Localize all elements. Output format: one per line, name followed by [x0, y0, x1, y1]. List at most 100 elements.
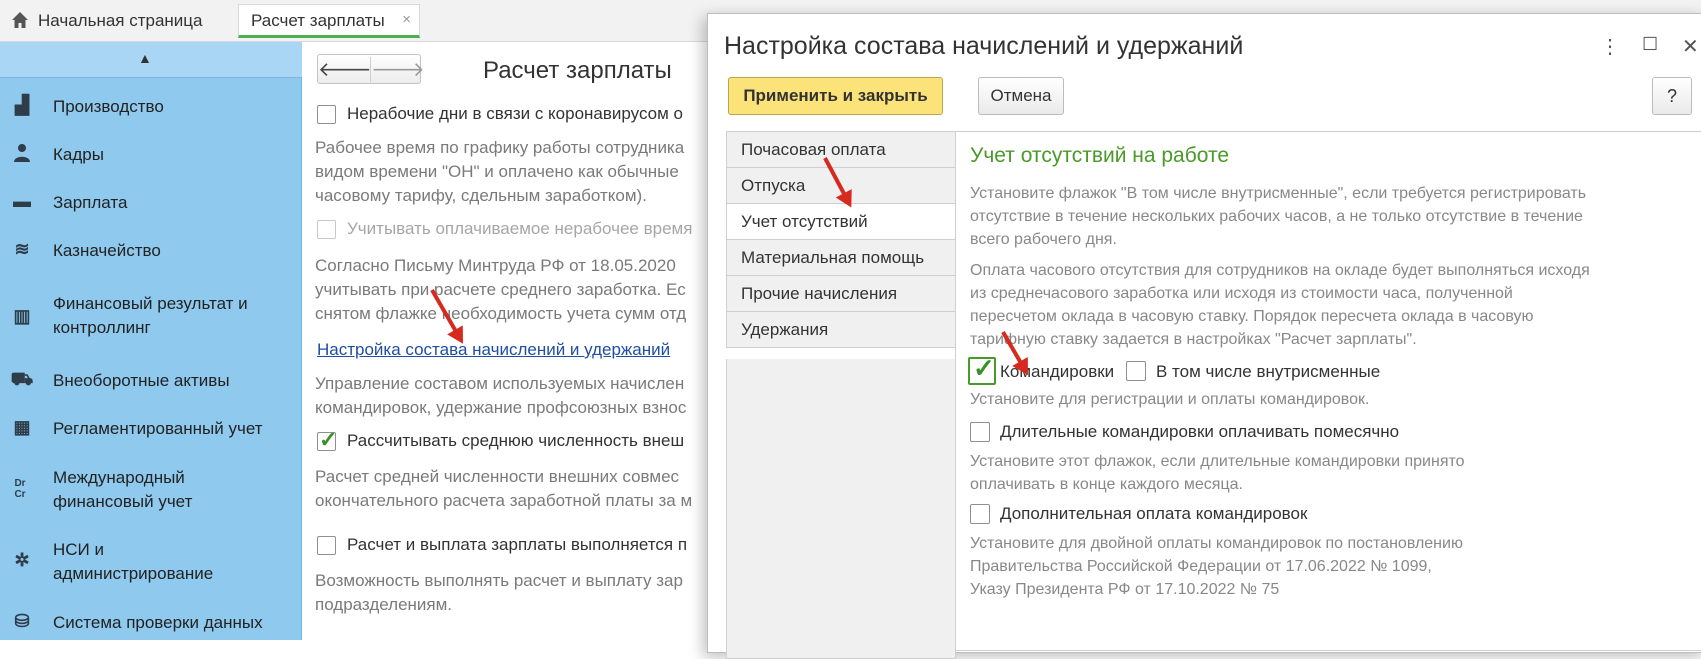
tab-payroll[interactable]: Расчет зарплаты ×: [238, 4, 420, 38]
back-arrow-icon[interactable]: 🡐: [318, 57, 372, 82]
checkmark-icon: ✓: [319, 427, 338, 452]
accruals-settings-link[interactable]: Настройка состава начислений и удержаний: [317, 340, 670, 360]
paid-nonwork-time-label: Учитывать оплачиваемое нерабочее время: [347, 219, 693, 238]
help-button[interactable]: ?: [1652, 77, 1692, 115]
sidebar-item-label: Внеоборотные активы: [53, 371, 230, 390]
sidebar-item-label: Система проверки данных: [53, 613, 263, 632]
description-line: Возможность выполнять расчет и выплату з…: [315, 571, 683, 590]
bar-chart-icon: ▥: [13, 306, 31, 326]
description-line: Рабочее время по графику работы сотрудни…: [315, 138, 685, 157]
tab-other-accruals[interactable]: Прочие начисления: [726, 275, 956, 312]
maximize-icon[interactable]: ☐: [1642, 34, 1658, 55]
panel-text-line: пересчетом оклада в часовую ставку. Поря…: [970, 308, 1534, 325]
sidebar-item-data-check[interactable]: ⛁ Система проверки данных: [0, 608, 302, 638]
payroll-by-division-checkbox[interactable]: [317, 536, 336, 555]
database-icon: ⛁: [14, 611, 30, 631]
sidebar-item-label: Регламентированный учет: [53, 419, 263, 438]
sidebar-item-treasury[interactable]: ≋ Казначейство: [0, 236, 302, 266]
description-line: снятом флажке необходимость учета сумм о…: [315, 304, 687, 323]
description-line: подразделениям.: [315, 595, 453, 614]
nav-buttons: 🡐 🡒: [317, 54, 425, 84]
business-trips-checkbox[interactable]: ✓: [968, 353, 996, 385]
panel-text-line: Оплата часового отсутствия для сотрудник…: [970, 262, 1590, 279]
sidebar-item-label: Производство: [53, 97, 164, 116]
description-line: командировок, удержание профсоюзных взно…: [315, 398, 687, 417]
sidebar-item-production[interactable]: ▟ Производство: [0, 92, 302, 122]
sidebar-item-international-accounting[interactable]: Dr Cr Международный финансовый учет: [0, 466, 302, 516]
panel-text-line: из среднечасового заработка или исходя и…: [970, 285, 1513, 302]
panel-text-line: Установите флажок "В том числе внутрисме…: [970, 185, 1587, 202]
checkmark-icon: ✓: [973, 353, 995, 383]
tab-payroll-label: Расчет зарплаты: [251, 11, 385, 30]
calculator-icon: ▦: [13, 417, 31, 437]
home-icon[interactable]: [10, 10, 32, 32]
panel-hint: оплачивать в конце каждого месяца.: [970, 476, 1243, 493]
panel-hint: Правительства Российской Федерации от 17…: [970, 558, 1432, 575]
panel-text-line: всего рабочего дня.: [970, 231, 1117, 248]
sidebar-item-label: Кадры: [53, 145, 104, 164]
car-icon: ⛟: [10, 369, 34, 389]
long-trips-monthly-checkbox[interactable]: [970, 422, 990, 442]
cancel-button[interactable]: Отмена: [978, 77, 1064, 115]
sidebar-item-label-line2: администрирование: [53, 564, 214, 583]
panel-text-line: тарифную ставку задается в настройках "Р…: [970, 331, 1417, 348]
sidebar-item-label: Казначейство: [53, 241, 161, 260]
intra-shift-checkbox[interactable]: [1126, 361, 1146, 381]
panel-hint: Указу Президента РФ от 17.10.2022 № 75: [970, 581, 1280, 598]
tabs-background: [726, 359, 956, 659]
sidebar-item-label: НСИ и: [53, 540, 104, 559]
payroll-settings-form: 🡐 🡒 Расчет зарплаты Нерабочие дни в связ…: [303, 42, 713, 640]
sidebar-item-label: Финансовый результат и: [53, 294, 248, 313]
sidebar-item-label-line2: контроллинг: [53, 318, 151, 337]
sidebar-item-label: Зарплата: [53, 193, 128, 212]
sidebar-item-administration[interactable]: ✲ НСИ и администрирование: [0, 538, 302, 588]
extra-trip-pay-label: Дополнительная оплата командировок: [1000, 504, 1308, 523]
description-line: видом времени "ОН" и оплачено как обычны…: [315, 162, 679, 181]
sidebar: ▲ ▟ Производство Кадры ▬ Зарплата ≋ Казн…: [0, 42, 302, 640]
description-line: окончательного расчета заработной платы …: [315, 491, 693, 510]
sidebar-item-salary[interactable]: ▬ Зарплата: [0, 188, 302, 218]
more-icon[interactable]: ⋮: [1600, 34, 1620, 59]
tab-hourly-pay[interactable]: Почасовая оплата: [726, 131, 956, 168]
extra-trip-pay-checkbox[interactable]: [970, 504, 990, 524]
gear-icon: ✲: [14, 550, 30, 570]
sidebar-item-regulated-accounting[interactable]: ▦ Регламентированный учет: [0, 414, 302, 444]
tab-financial-aid[interactable]: Материальная помощь: [726, 239, 956, 276]
panel-title: Учет отсутствий на работе: [970, 144, 1230, 167]
tab-home[interactable]: Начальная страница: [38, 8, 203, 36]
long-trips-monthly-label: Длительные командировки оплачивать помес…: [1000, 422, 1400, 441]
sidebar-item-fixed-assets[interactable]: ⛟ Внеоборотные активы: [0, 366, 302, 396]
sidebar-item-label-line2: финансовый учет: [53, 492, 193, 511]
apply-and-close-button[interactable]: Применить и закрыть: [728, 77, 943, 115]
absences-panel: Учет отсутствий на работе Установите фла…: [955, 131, 1701, 651]
description-line: Согласно Письму Минтруда РФ от 18.05.202…: [315, 256, 676, 275]
wallet-icon: ▬: [13, 191, 31, 211]
forward-arrow-icon[interactable]: 🡒: [370, 57, 425, 82]
close-tab-icon[interactable]: ×: [402, 11, 411, 28]
coronavirus-days-checkbox[interactable]: [317, 105, 336, 124]
description-line: часовому тарифу, сдельным заработком).: [315, 186, 647, 205]
intra-shift-label: В том числе внутрисменные: [1156, 362, 1381, 381]
payroll-by-division-label: Расчет и выплата зарплаты выполняется п: [347, 535, 688, 554]
description-line: учитывать при расчете среднего заработка…: [315, 280, 686, 299]
page-title: Расчет зарплаты: [483, 57, 672, 84]
sidebar-item-label: Международный: [53, 468, 185, 487]
person-icon: [10, 143, 34, 167]
production-icon: ▟: [15, 95, 29, 115]
panel-hint: Установите этот флажок, если длительные …: [970, 453, 1465, 470]
tab-deductions[interactable]: Удержания: [726, 311, 956, 348]
sidebar-item-financial-result[interactable]: ▥ Финансовый результат и контроллинг: [0, 292, 302, 342]
paid-nonwork-time-checkbox[interactable]: [317, 220, 336, 239]
drcr-icon: Dr Cr: [14, 478, 26, 500]
chevron-up-icon: ▲: [138, 50, 152, 66]
sidebar-item-hr[interactable]: Кадры: [0, 140, 302, 170]
panel-hint: Установите для регистрации и оплаты кома…: [970, 391, 1370, 408]
coronavirus-days-label: Нерабочие дни в связи с коронавирусом о: [347, 104, 683, 123]
average-headcount-label: Рассчитывать среднюю численность внеш: [347, 431, 685, 450]
coins-icon: ≋: [14, 239, 30, 259]
sidebar-scroll-up[interactable]: ▲: [0, 42, 302, 78]
close-icon[interactable]: ✕: [1682, 34, 1699, 59]
accruals-settings-dialog: Настройка состава начислений и удержаний…: [707, 13, 1701, 659]
panel-hint: Установите для двойной оплаты командиров…: [970, 535, 1463, 552]
average-headcount-checkbox[interactable]: ✓: [317, 427, 337, 452]
